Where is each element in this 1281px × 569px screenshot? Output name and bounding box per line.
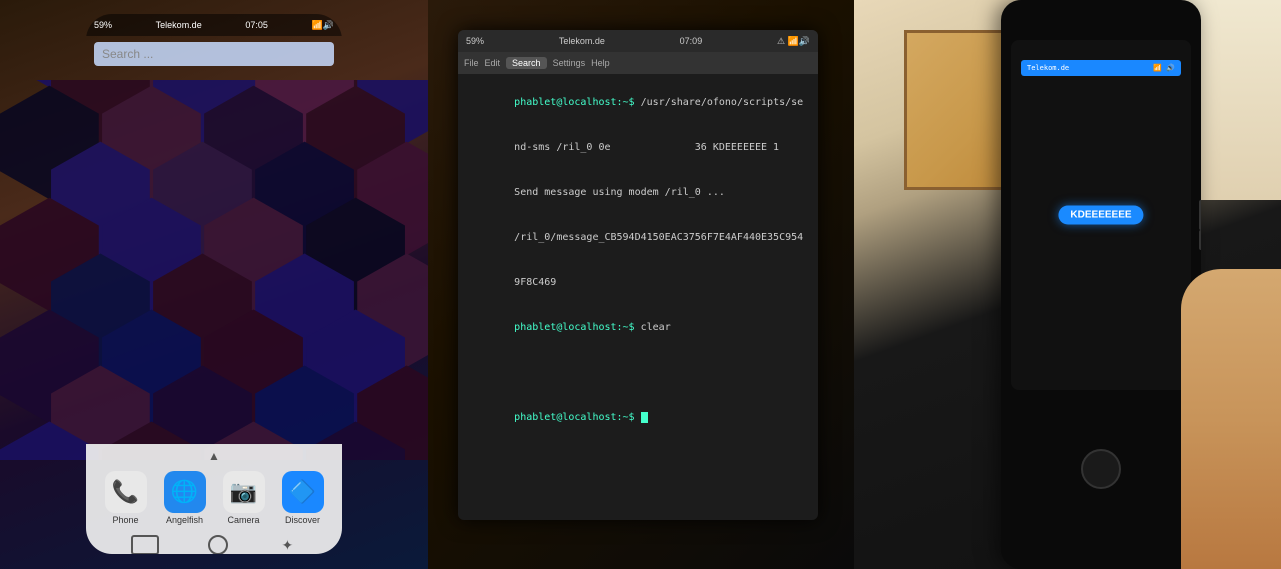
status-bar: 59% Telekom.de 07:05 📶🔊 <box>86 14 342 36</box>
dock-app-phone[interactable]: 📞 Phone <box>105 471 147 525</box>
dock-icons-row: 📞 Phone 🌐 Angelfish 📷 Camera 🔷 Discover <box>86 467 342 529</box>
search-bar[interactable]: Search ... <box>94 42 334 66</box>
terminal-line-0: phablet@localhost:~$ /usr/share/ofono/sc… <box>466 80 810 125</box>
terminal-line-8 <box>466 380 810 395</box>
terminal-line-2: Send message using modem /ril_0 ... <box>466 170 810 215</box>
terminal-line-5: phablet@localhost:~$ clear <box>466 305 810 350</box>
dock-app-phone-label: Phone <box>112 515 138 525</box>
fingerprint-sensor <box>1081 449 1121 489</box>
terminal-status-icons: ⚠ 📶🔊 <box>777 36 810 47</box>
dock-app-camera-label: Camera <box>227 515 259 525</box>
carrier: Telekom.de <box>156 20 202 30</box>
terminal-carrier: Telekom.de <box>559 36 605 46</box>
volume-button <box>1199 200 1201 230</box>
tab-file[interactable]: File <box>464 58 479 68</box>
terminal-time: 07:09 <box>680 36 703 46</box>
search-placeholder: Search ... <box>102 47 153 61</box>
dock-app-camera[interactable]: 📷 Camera <box>223 471 265 525</box>
panel-terminal: 59% Telekom.de 07:09 ⚠ 📶🔊 File Edit Sear… <box>428 0 854 569</box>
terminal-line-1: nd-sms /ril_0 0e 36 KDEEEEEEE 1 <box>466 125 810 170</box>
nav-back-button[interactable] <box>131 535 159 554</box>
terminal-tab-bar: File Edit Search Settings Help <box>458 52 818 74</box>
panel-phone-back: Telekom.de 📶 🔊 KDEEEEEEE <box>854 0 1281 569</box>
terminal-line-3: /ril_0/message_CB594D4150EAC3756F7E4AF44… <box>466 215 810 260</box>
phone-back-screen: Telekom.de 📶 🔊 KDEEEEEEE <box>1011 40 1191 390</box>
tab-help[interactable]: Help <box>591 58 610 68</box>
terminal-window: 59% Telekom.de 07:09 ⚠ 📶🔊 File Edit Sear… <box>458 30 818 520</box>
phone-screen: 59% Telekom.de 07:05 📶🔊 Search ... ▲ 📞 P… <box>86 14 342 554</box>
terminal-line-7 <box>466 365 810 380</box>
kde-carrier: Telekom.de <box>1027 64 1069 72</box>
dock-arrow: ▲ <box>86 445 342 467</box>
dock-app-discover[interactable]: 🔷 Discover <box>282 471 324 525</box>
bottom-navigation: ✦ <box>86 531 342 554</box>
kde-status-bar: Telekom.de 📶 🔊 <box>1021 60 1181 76</box>
power-button <box>1199 230 1201 250</box>
terminal-output: phablet@localhost:~$ /usr/share/ofono/sc… <box>458 74 818 446</box>
panel-homescreen: 59% Telekom.de 07:05 📶🔊 Search ... ▲ 📞 P… <box>0 0 428 569</box>
dock-app-discover-label: Discover <box>285 515 320 525</box>
terminal-line-6 <box>466 350 810 365</box>
dock-app-angelfish-label: Angelfish <box>166 515 203 525</box>
status-icons: 📶🔊 <box>312 20 334 31</box>
terminal-line-9: phablet@localhost:~$ <box>466 395 810 440</box>
terminal-battery: 59% <box>466 36 484 46</box>
kde-icons: 📶 🔊 <box>1153 64 1175 72</box>
terminal-line-4: 9F8C469 <box>466 260 810 305</box>
tab-search[interactable]: Search <box>506 57 547 69</box>
terminal-cursor <box>641 412 648 423</box>
battery-status: 59% <box>94 20 112 30</box>
time: 07:05 <box>245 20 268 30</box>
nav-home-button[interactable] <box>208 535 228 554</box>
tab-settings[interactable]: Settings <box>553 58 586 68</box>
tab-edit[interactable]: Edit <box>485 58 501 68</box>
terminal-status-bar: 59% Telekom.de 07:09 ⚠ 📶🔊 <box>458 30 818 52</box>
phone-back-view: Telekom.de 📶 🔊 KDEEEEEEE <box>1001 0 1201 569</box>
app-dock: ▲ 📞 Phone 🌐 Angelfish 📷 Camera 🔷 Discov <box>86 444 342 554</box>
hand <box>1181 269 1281 569</box>
nav-menu-button[interactable]: ✦ <box>277 535 297 554</box>
kde-badge: KDEEEEEEE <box>1058 206 1143 225</box>
dock-app-angelfish[interactable]: 🌐 Angelfish <box>164 471 206 525</box>
